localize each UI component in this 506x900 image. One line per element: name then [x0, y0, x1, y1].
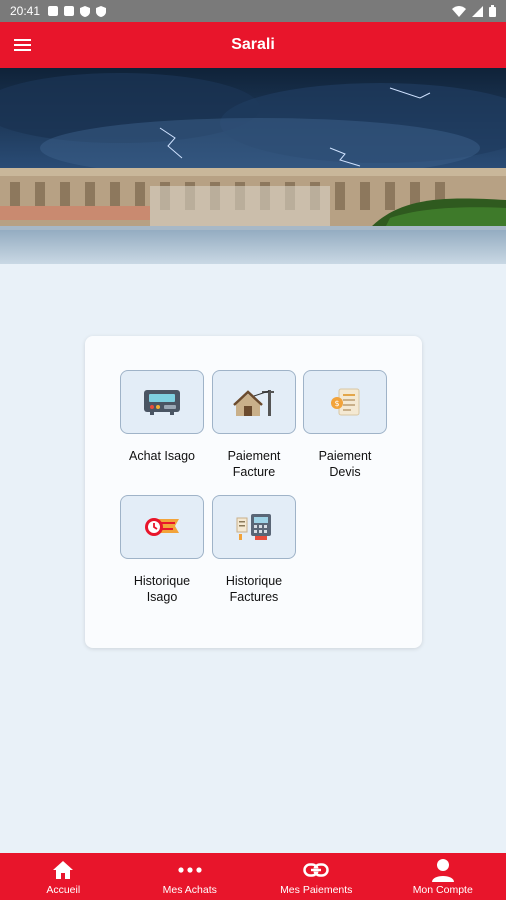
status-time: 20:41: [10, 4, 41, 18]
tile-achat-isago[interactable]: Achat Isago: [120, 370, 204, 464]
nav-accueil[interactable]: Accueil: [0, 853, 127, 900]
tile-label: Paiement Devis: [318, 449, 372, 479]
shield-icon-2: [96, 5, 107, 17]
image-notification-icon: [48, 6, 59, 16]
shield-icon: [80, 5, 91, 17]
clock-history-icon: [145, 518, 179, 536]
services-card: Achat Isago Paiement Facture $ Paiement …: [85, 336, 422, 648]
invoices-history-icon: [236, 514, 271, 540]
nav-mes-achats[interactable]: Mes Achats: [127, 853, 254, 900]
status-bar: 20:41: [0, 0, 506, 22]
notification-icons: [48, 5, 107, 17]
house-power-line-icon: [233, 390, 274, 416]
battery-icon: [489, 5, 496, 17]
app-title: Sarali: [231, 36, 275, 53]
signal-icon: [472, 5, 483, 17]
nav-label: Mon Compte: [412, 884, 473, 896]
nav-mes-paiements[interactable]: Mes Paiements: [253, 853, 380, 900]
person-icon: [431, 859, 454, 882]
tile-icon-box: [212, 370, 296, 434]
bottom-navigation: Accueil Mes Achats Mes Paiements Mon Com…: [0, 853, 506, 900]
tile-historique-isago[interactable]: Historique Isago: [120, 495, 204, 605]
tile-paiement-devis[interactable]: $ Paiement Devis: [303, 370, 387, 480]
nav-mon-compte[interactable]: Mon Compte: [380, 853, 506, 900]
wifi-icon: [452, 5, 466, 17]
link-icon: [303, 863, 329, 877]
menu-icon[interactable]: [14, 35, 34, 55]
tile-label: Historique Factures: [225, 574, 283, 604]
app-notification-icon: [64, 6, 75, 16]
tile-icon-box: [212, 495, 296, 559]
tile-label: Paiement Facture: [227, 449, 281, 479]
nav-label: Mes Achats: [162, 884, 217, 896]
more-dots-icon: [178, 867, 202, 873]
meter-icon: [144, 390, 180, 415]
app-bar: Sarali: [0, 22, 506, 68]
quote-document-icon: $: [331, 388, 360, 416]
nav-label: Accueil: [46, 884, 81, 896]
hero-banner-image: [0, 68, 506, 264]
svg-text:$: $: [334, 399, 339, 408]
home-icon: [53, 861, 74, 879]
tile-icon-box: [120, 370, 204, 434]
tile-label: Historique Isago: [133, 574, 191, 604]
tile-paiement-facture[interactable]: Paiement Facture: [212, 370, 296, 480]
tile-icon-box: [120, 495, 204, 559]
tile-icon-box: $: [303, 370, 387, 434]
nav-label: Mes Paiements: [280, 884, 353, 896]
tile-historique-factures[interactable]: Historique Factures: [212, 495, 296, 605]
tile-label: Achat Isago: [128, 449, 195, 463]
